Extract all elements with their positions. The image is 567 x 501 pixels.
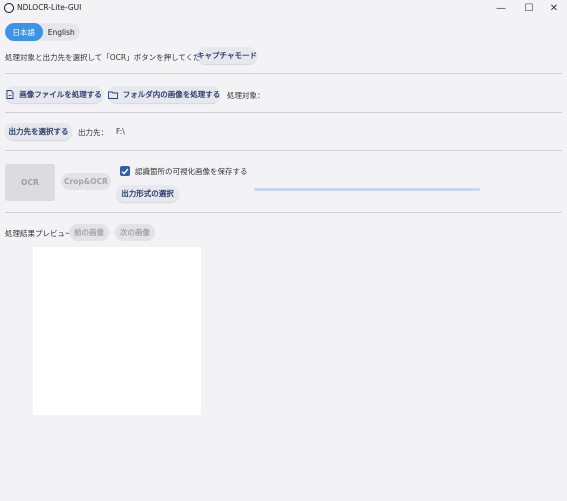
preview-label: 処理結果プレビュー (5, 229, 73, 238)
process-folder-label: フォルダ内の画像を処理する (122, 90, 221, 99)
process-folder-button[interactable]: フォルダ内の画像を処理する (107, 86, 221, 103)
save-visualization-checkbox[interactable] (120, 166, 130, 176)
divider (5, 212, 562, 213)
title-bar: NDLOCR-Lite-GUI — ☐ ✕ (0, 0, 567, 17)
preview-image-area (33, 247, 201, 415)
checkmark-icon (121, 168, 129, 175)
process-image-file-label: 画像ファイルを処理する (19, 90, 102, 99)
process-image-file-button[interactable]: 画像ファイルを処理する (5, 86, 103, 103)
app-logo-icon (4, 3, 14, 13)
close-button[interactable]: ✕ (541, 1, 567, 15)
select-output-button[interactable]: 出力先を選択する (5, 123, 72, 140)
instruction-text: 処理対象と出力先を選択して「OCR」ボタンを押してください (5, 53, 216, 62)
output-format-button[interactable]: 出力形式の選択 (116, 185, 179, 202)
divider (5, 73, 562, 74)
window-title: NDLOCR-Lite-GUI (17, 3, 82, 12)
divider (5, 150, 562, 151)
previous-image-button[interactable]: 前の画像 (69, 224, 109, 241)
language-english-option[interactable]: English (43, 23, 81, 41)
folder-icon (107, 91, 118, 99)
output-dest-value: F:\ (116, 127, 125, 136)
maximize-button[interactable]: ☐ (516, 1, 542, 15)
output-dest-label: 出力先： (78, 128, 108, 137)
ocr-button[interactable]: OCR (5, 164, 55, 201)
minimize-button[interactable]: — (488, 1, 514, 15)
save-visualization-label: 認識箇所の可視化画像を保存する (135, 167, 248, 176)
language-toggle: 日本語 English (5, 23, 80, 41)
next-image-button[interactable]: 次の画像 (115, 224, 155, 241)
capture-mode-button[interactable]: キャプチャモード (197, 47, 257, 64)
language-japanese-option[interactable]: 日本語 (5, 23, 43, 41)
crop-ocr-button[interactable]: Crop&OCR (61, 173, 111, 190)
progress-bar (254, 188, 480, 191)
target-label: 処理対象： (227, 91, 265, 100)
file-icon (6, 90, 14, 99)
divider (5, 112, 562, 113)
